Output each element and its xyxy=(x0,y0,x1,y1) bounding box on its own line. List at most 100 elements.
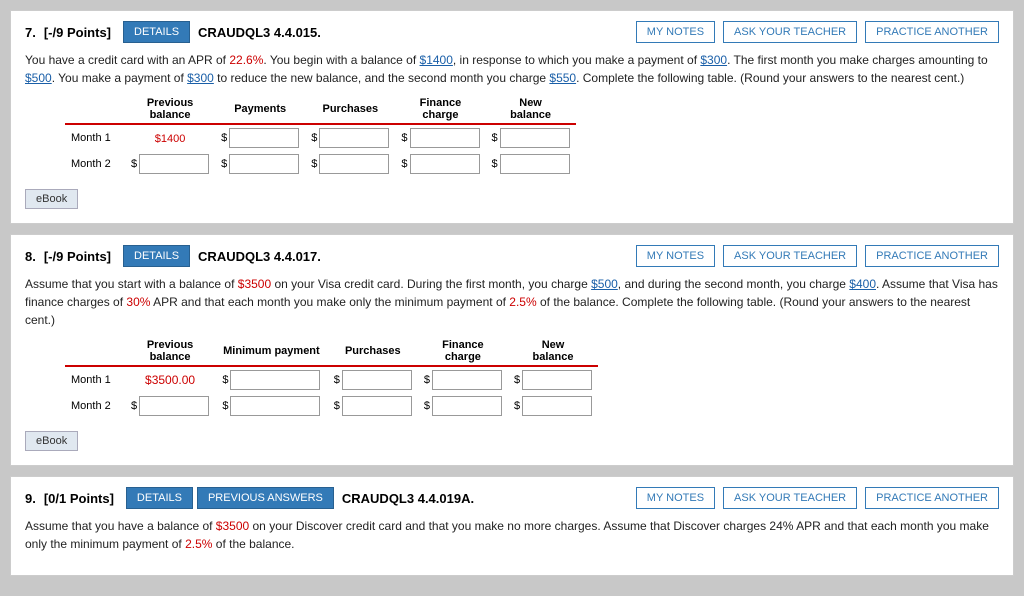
q7-dollar4: $ xyxy=(492,132,498,144)
q7-charges1: $500 xyxy=(25,71,52,85)
q8-dollar5: $ xyxy=(131,400,137,412)
q7-table: Previousbalance Payments Purchases Finan… xyxy=(65,95,576,177)
q7-month1-label: Month 1 xyxy=(65,124,125,151)
q7-points: [-/9 Points] xyxy=(44,25,111,40)
q7-col-prev: Previousbalance xyxy=(125,95,215,124)
q8-month1-pur-cell: $ xyxy=(328,366,418,393)
q8-month1-pur-input[interactable] xyxy=(342,370,412,390)
q8-month1-new-cell: $ xyxy=(508,366,598,393)
q7-month2-row: Month 2 $ $ $ $ $ xyxy=(65,151,576,177)
q8-col-pur: Purchases xyxy=(328,337,418,366)
q8-col-new: Newbalance xyxy=(508,337,598,366)
q7-balance: $1400 xyxy=(420,53,453,67)
q7-dollar6: $ xyxy=(221,158,227,170)
q8-month2-pay-input[interactable] xyxy=(230,396,320,416)
q8-month2-fin-cell: $ xyxy=(418,393,508,419)
q8-dollar1: $ xyxy=(222,374,228,386)
q8-month1-pay-input[interactable] xyxy=(230,370,320,390)
q9-prev-answers-button[interactable]: PREVIOUS ANSWERS xyxy=(197,487,334,509)
q8-month2-pur-input[interactable] xyxy=(342,396,412,416)
q7-month1-pay-cell: $ xyxy=(215,124,305,151)
q7-month2-new-cell: $ xyxy=(486,151,576,177)
q7-dollar3: $ xyxy=(401,132,407,144)
q7-month1-pay-input[interactable] xyxy=(229,128,299,148)
q7-dollar1: $ xyxy=(221,132,227,144)
q8-points: [-/9 Points] xyxy=(44,249,111,264)
q7-month2-pur-input[interactable] xyxy=(319,154,389,174)
q7-month1-row: Month 1 $1400 $ $ $ $ xyxy=(65,124,576,151)
q7-month2-prev-input[interactable] xyxy=(139,154,209,174)
q8-month1-row: Month 1 $3500.00 $ $ $ $ xyxy=(65,366,598,393)
question-8-header: 8. [-/9 Points] DETAILS CRAUDQL3 4.4.017… xyxy=(25,245,999,267)
q8-col-fin: Financecharge xyxy=(418,337,508,366)
q8-month2-prev-cell: $ xyxy=(125,393,215,419)
q9-ask-teacher-button[interactable]: ASK YOUR TEACHER xyxy=(723,487,857,509)
q8-month2-fin-input[interactable] xyxy=(432,396,502,416)
q9-practice-button[interactable]: PRACTICE ANOTHER xyxy=(865,487,999,509)
q8-apr: 30% xyxy=(126,295,150,309)
q9-code: CRAUDQL3 4.4.019A. xyxy=(342,491,474,506)
q7-apr: 22.6% xyxy=(229,53,263,67)
q8-month2-label: Month 2 xyxy=(65,393,125,419)
q8-details-button[interactable]: DETAILS xyxy=(123,245,190,267)
q8-practice-button[interactable]: PRACTICE ANOTHER xyxy=(865,245,999,267)
q7-payment2: $300 xyxy=(187,71,214,85)
q8-month2-pur-cell: $ xyxy=(328,393,418,419)
q8-number: 8. xyxy=(25,249,36,264)
q7-month1-fin-input[interactable] xyxy=(410,128,480,148)
q7-practice-button[interactable]: PRACTICE ANOTHER xyxy=(865,21,999,43)
q9-min-pay: 2.5% xyxy=(185,537,212,551)
q8-dollar4: $ xyxy=(514,374,520,386)
q7-month2-pay-input[interactable] xyxy=(229,154,299,174)
q8-min-pay: 2.5% xyxy=(509,295,536,309)
q8-month2-new-input[interactable] xyxy=(522,396,592,416)
q7-number: 7. xyxy=(25,25,36,40)
q7-payment1: $300 xyxy=(700,53,727,67)
q7-my-notes-button[interactable]: MY NOTES xyxy=(636,21,715,43)
q8-prev-value: $3500.00 xyxy=(145,373,195,387)
q7-dollar2: $ xyxy=(311,132,317,144)
q8-dollar2: $ xyxy=(334,374,340,386)
q8-dollar9: $ xyxy=(514,400,520,412)
q7-code: CRAUDQL3 4.4.015. xyxy=(198,25,321,40)
q7-month1-new-input[interactable] xyxy=(500,128,570,148)
q8-month1-fin-cell: $ xyxy=(418,366,508,393)
question-8: 8. [-/9 Points] DETAILS CRAUDQL3 4.4.017… xyxy=(10,234,1014,466)
q7-month2-pur-cell: $ xyxy=(305,151,395,177)
q8-my-notes-button[interactable]: MY NOTES xyxy=(636,245,715,267)
q8-month1-prev: $3500.00 xyxy=(125,366,215,393)
question-9: 9. [0/1 Points] DETAILS PREVIOUS ANSWERS… xyxy=(10,476,1014,576)
q9-action-buttons: MY NOTES ASK YOUR TEACHER PRACTICE ANOTH… xyxy=(632,487,999,509)
q9-text: Assume that you have a balance of $3500 … xyxy=(25,517,999,553)
q7-ebook-button[interactable]: eBook xyxy=(25,189,78,209)
q7-col-pay: Payments xyxy=(215,95,305,124)
q7-month1-pur-input[interactable] xyxy=(319,128,389,148)
q7-details-button[interactable]: DETAILS xyxy=(123,21,190,43)
q8-month1-label: Month 1 xyxy=(65,366,125,393)
q7-month2-prev-cell: $ xyxy=(125,151,215,177)
q7-month1-new-cell: $ xyxy=(486,124,576,151)
q7-ask-teacher-button[interactable]: ASK YOUR TEACHER xyxy=(723,21,857,43)
q8-month1-new-input[interactable] xyxy=(522,370,592,390)
q8-ebook-button[interactable]: eBook xyxy=(25,431,78,451)
q7-month2-label: Month 2 xyxy=(65,151,125,177)
q8-dollar8: $ xyxy=(424,400,430,412)
q8-balance: $3500 xyxy=(238,277,271,291)
q9-my-notes-button[interactable]: MY NOTES xyxy=(636,487,715,509)
q8-month1-pay-cell: $ xyxy=(215,366,328,393)
q9-balance: $3500 xyxy=(216,519,249,533)
q9-details-button[interactable]: DETAILS xyxy=(126,487,193,509)
q7-month1-prev: $1400 xyxy=(125,124,215,151)
q8-month1-fin-input[interactable] xyxy=(432,370,502,390)
q7-month2-fin-input[interactable] xyxy=(410,154,480,174)
q8-ask-teacher-button[interactable]: ASK YOUR TEACHER xyxy=(723,245,857,267)
q7-month2-new-input[interactable] xyxy=(500,154,570,174)
q8-code: CRAUDQL3 4.4.017. xyxy=(198,249,321,264)
q8-month2-prev-input[interactable] xyxy=(139,396,209,416)
q9-points: [0/1 Points] xyxy=(44,491,114,506)
question-7-header: 7. [-/9 Points] DETAILS CRAUDQL3 4.4.015… xyxy=(25,21,999,43)
q8-col-pay: Minimum payment xyxy=(215,337,328,366)
q7-col-new: Newbalance xyxy=(486,95,576,124)
q8-action-buttons: MY NOTES ASK YOUR TEACHER PRACTICE ANOTH… xyxy=(632,245,999,267)
q7-col-label xyxy=(65,95,125,124)
